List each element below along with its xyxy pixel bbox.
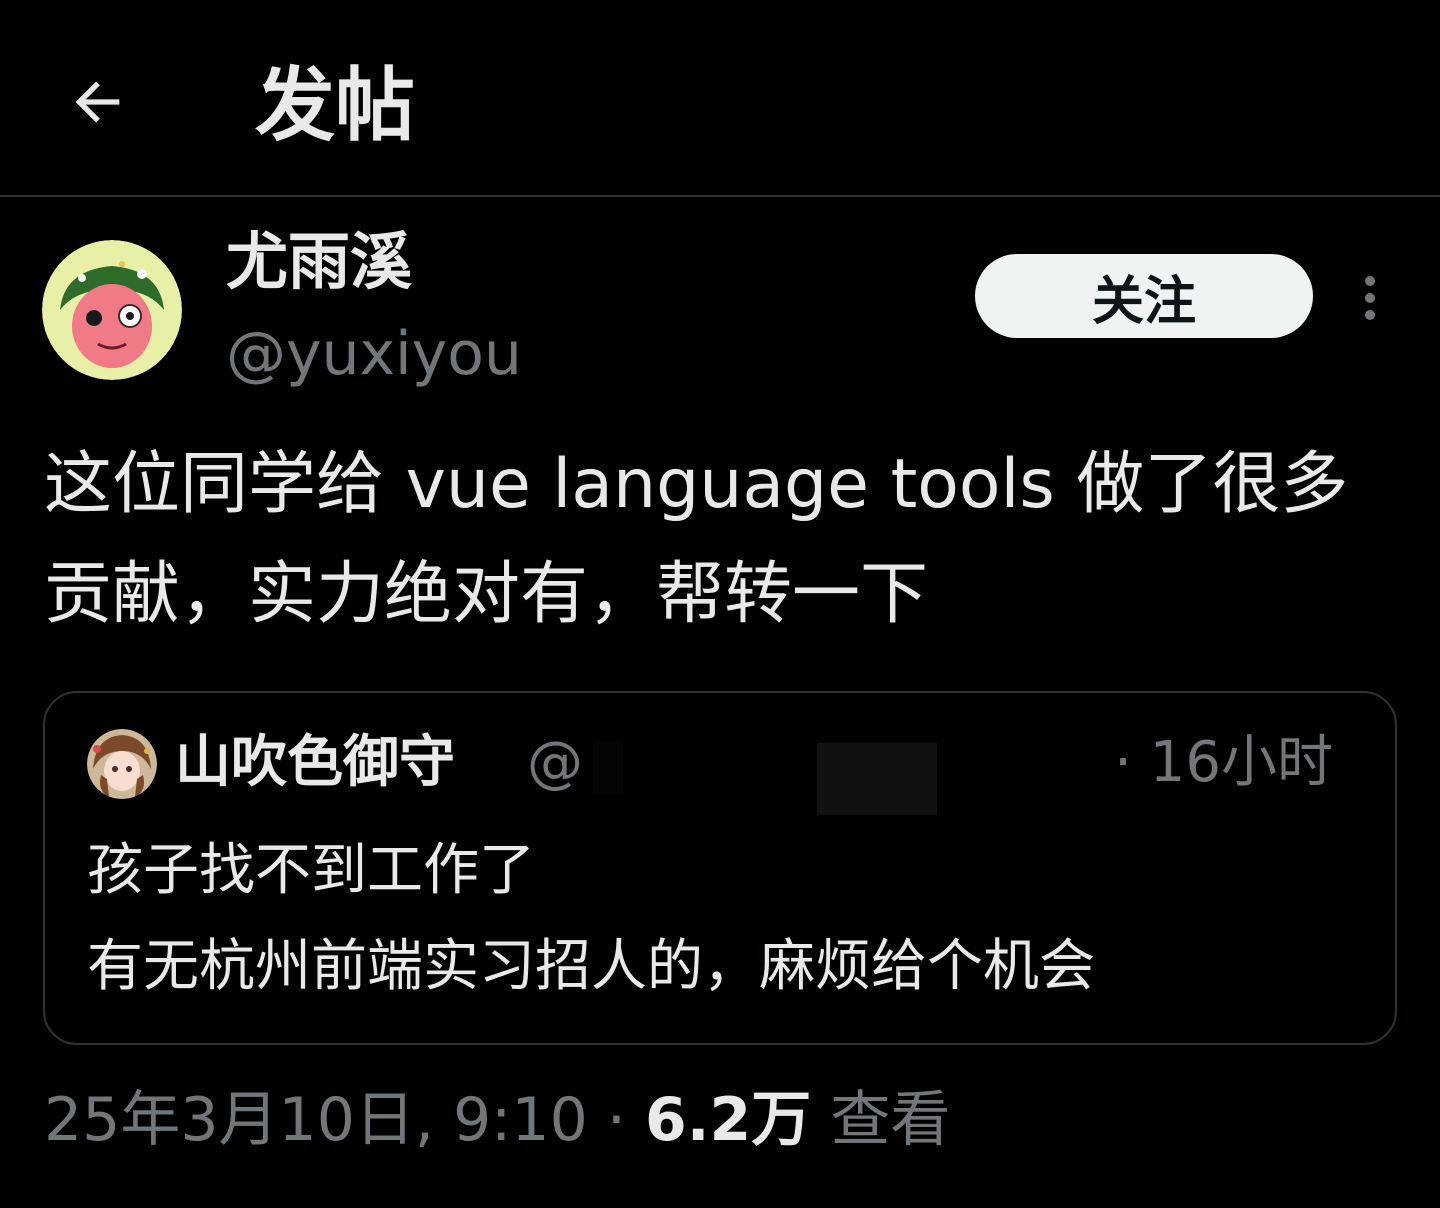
views-label: 查看 [811, 1085, 951, 1155]
post-text: 这位同学给 vue language tools 做了很多贡献，实力绝对有，帮转… [44, 445, 1349, 634]
more-vertical-icon [1365, 276, 1375, 320]
post-meta: 25年3月10日, 9:10 · 6.2万 查看 [44, 1080, 950, 1160]
page-title: 发帖 [255, 59, 415, 152]
quoted-post-line: 孩子找不到工作了 [87, 838, 535, 903]
quoted-post-time[interactable]: · 16小时 [1114, 725, 1333, 801]
meta-separator: · [587, 1085, 645, 1155]
author-avatar[interactable] [42, 240, 182, 380]
quoted-post[interactable]: 山吹色御守 @ · 16小时 孩子找不到工作了 有无杭州前端实习招人的，麻烦给个… [43, 691, 1397, 1045]
post-timestamp[interactable]: 25年3月10日, 9:10 [44, 1085, 588, 1155]
top-bar: 发帖 [0, 0, 1440, 197]
quoted-author-display-name[interactable]: 山吹色御守 [175, 723, 455, 803]
author-display-name[interactable]: 尤雨溪 [226, 222, 412, 302]
avatar-image [42, 240, 182, 380]
redaction-block [817, 743, 937, 815]
quoted-avatar-image [87, 729, 157, 799]
author-handle[interactable]: @yuxiyou [226, 318, 522, 390]
redaction-block [593, 741, 623, 793]
quoted-author-avatar[interactable] [87, 729, 157, 799]
follow-button[interactable]: 关注 [975, 254, 1313, 338]
quoted-post-line: 有无杭州前端实习招人的，麻烦给个机会 [87, 934, 1095, 999]
more-options-button[interactable] [1350, 268, 1390, 328]
quoted-post-text: 孩子找不到工作了 有无杭州前端实习招人的，麻烦给个机会 [87, 823, 1367, 1015]
arrow-left-icon [75, 81, 120, 123]
views-count[interactable]: 6.2万 [645, 1085, 811, 1155]
quoted-author-handle[interactable]: @ [527, 725, 583, 801]
back-button[interactable] [58, 62, 138, 142]
